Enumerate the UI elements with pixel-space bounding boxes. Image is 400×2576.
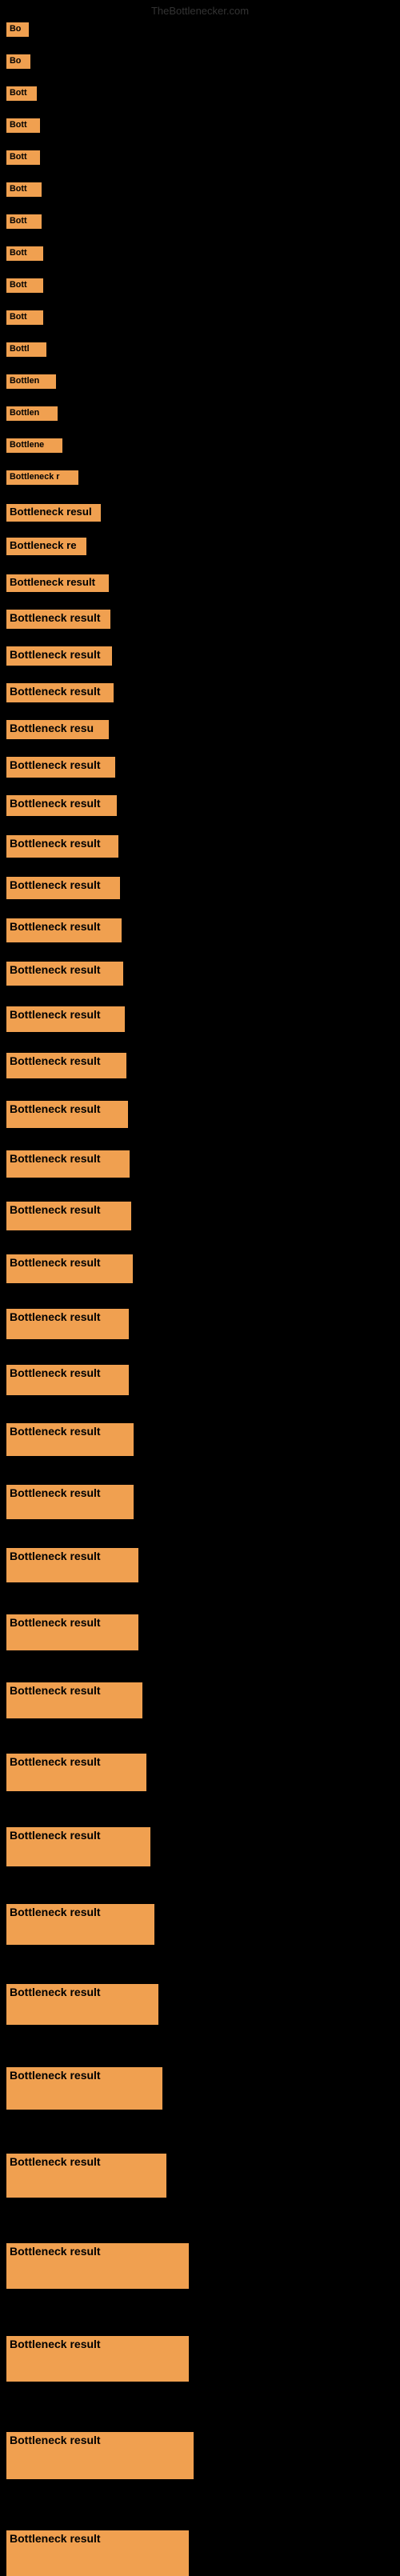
bottleneck-badge: Bottleneck result <box>6 1254 133 1283</box>
bottleneck-badge: Bottleneck result <box>6 962 123 986</box>
bottleneck-badge: Bottleneck result <box>6 1614 138 1650</box>
bottleneck-badge: Bottleneck result <box>6 2154 166 2198</box>
bottleneck-badge: Bottleneck result <box>6 1309 129 1339</box>
bottleneck-badge: Bottleneck result <box>6 1423 134 1456</box>
bottleneck-badge: Bottleneck result <box>6 1101 128 1128</box>
bottleneck-badge: Bottleneck re <box>6 538 86 555</box>
bottleneck-badge: Bott <box>6 278 43 293</box>
bottleneck-badge: Bottleneck result <box>6 1006 125 1032</box>
bottleneck-badge: Bott <box>6 214 42 229</box>
bottleneck-badge: Bottleneck result <box>6 1150 130 1178</box>
bottleneck-badge: Bottleneck result <box>6 1904 154 1945</box>
bottleneck-badge: Bott <box>6 118 40 133</box>
bottleneck-badge: Bottleneck result <box>6 1827 150 1866</box>
bottleneck-badge: Bottlen <box>6 406 58 421</box>
bottleneck-badge: Bottleneck result <box>6 646 112 666</box>
bottleneck-badge: Bottleneck r <box>6 470 78 485</box>
bottleneck-badge: Bottleneck result <box>6 1984 158 2025</box>
site-title: TheBottlenecker.com <box>151 5 249 17</box>
bottleneck-badge: Bottleneck result <box>6 1682 142 1718</box>
bottleneck-badge: Bottleneck result <box>6 918 122 942</box>
bottleneck-badge: Bott <box>6 150 40 165</box>
bottleneck-badge: Bottleneck result <box>6 2432 194 2479</box>
bottleneck-badge: Bottleneck result <box>6 795 117 816</box>
bottleneck-badge: Bottleneck result <box>6 877 120 899</box>
bottleneck-badge: Bottleneck result <box>6 2243 189 2289</box>
bottleneck-badge: Bottleneck result <box>6 2067 162 2110</box>
bottleneck-badge: Bottleneck resu <box>6 720 109 739</box>
bottleneck-badge: Bott <box>6 310 43 325</box>
bottleneck-badge: Bott <box>6 246 43 261</box>
bottleneck-badge: Bottleneck result <box>6 757 115 778</box>
bottleneck-badge: Bottleneck result <box>6 2336 189 2382</box>
bottleneck-badge: Bottleneck result <box>6 1202 131 1230</box>
bottleneck-badge: Bo <box>6 22 29 37</box>
bottleneck-badge: Bottl <box>6 342 46 357</box>
bottleneck-badge: Bottleneck result <box>6 1754 146 1791</box>
bottleneck-badge: Bo <box>6 54 30 69</box>
bottleneck-badge: Bottlen <box>6 374 56 389</box>
bottleneck-badge: Bottleneck result <box>6 610 110 629</box>
bottleneck-badge: Bottleneck result <box>6 574 109 592</box>
bottleneck-badge: Bottleneck result <box>6 1548 138 1582</box>
bottleneck-badge: Bottleneck result <box>6 835 118 858</box>
bottleneck-badge: Bottleneck result <box>6 1053 126 1078</box>
bottleneck-badge: Bottleneck result <box>6 683 114 702</box>
bottleneck-badge: Bottleneck result <box>6 1365 129 1395</box>
bottleneck-badge: Bottleneck resul <box>6 504 101 522</box>
bottleneck-badge: Bottleneck result <box>6 2530 189 2576</box>
bottleneck-badge: Bott <box>6 182 42 197</box>
bottleneck-badge: Bottleneck result <box>6 1485 134 1519</box>
bottleneck-badge: Bottlene <box>6 438 62 453</box>
bottleneck-badge: Bott <box>6 86 37 101</box>
